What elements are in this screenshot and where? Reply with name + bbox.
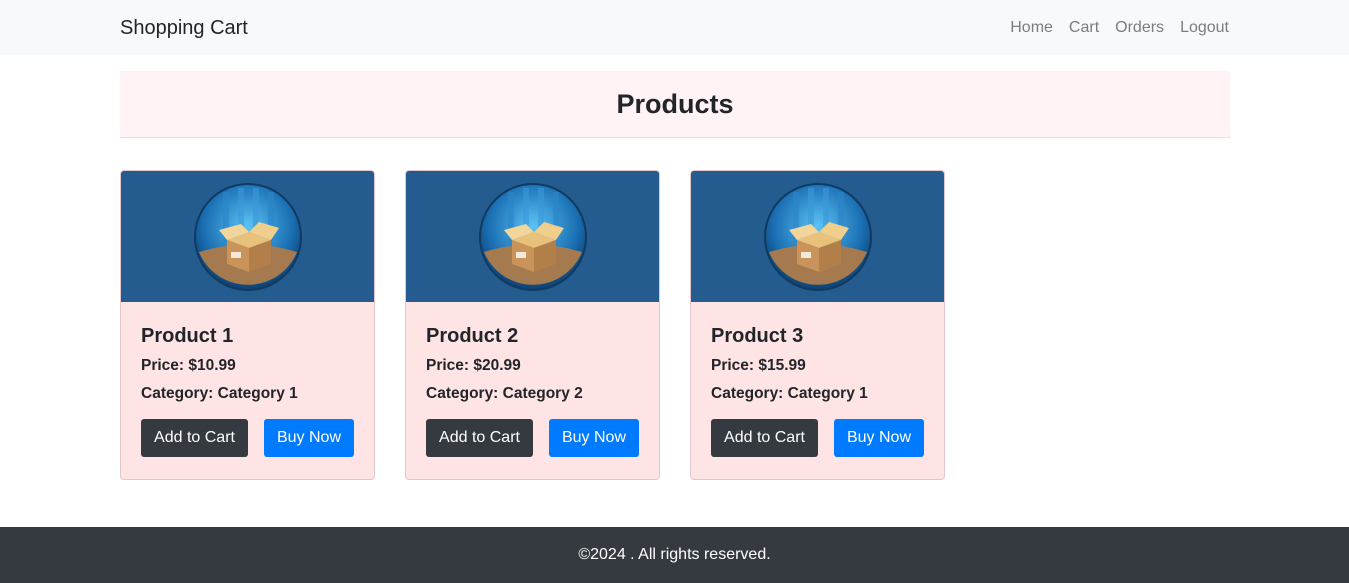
product-category: Category: Category 2	[426, 385, 583, 402]
brand-link[interactable]: Shopping Cart	[120, 15, 248, 41]
footer: ©2024 . All rights reserved.	[0, 527, 1349, 583]
box-product-icon	[478, 182, 587, 291]
product-image	[121, 171, 374, 302]
nav-link-home[interactable]: Home	[1010, 17, 1053, 39]
product-category: Category: Category 1	[711, 385, 868, 402]
product-name: Product 2	[426, 325, 519, 347]
product-image	[406, 171, 659, 302]
product-card: Product 3 Price: $15.99 Category: Catego…	[690, 170, 945, 480]
add-to-cart-button[interactable]: Add to Cart	[141, 419, 248, 457]
page-header: Products	[120, 71, 1230, 138]
product-price: Price: $15.99	[711, 357, 806, 374]
product-image	[691, 171, 944, 302]
product-name: Product 3	[711, 325, 804, 347]
page-title: Products	[616, 88, 734, 119]
buy-now-button[interactable]: Buy Now	[834, 419, 924, 457]
product-card: Product 2 Price: $20.99 Category: Catego…	[405, 170, 660, 480]
product-price: Price: $20.99	[426, 357, 521, 374]
product-category: Category: Category 1	[141, 385, 298, 402]
nav-link-cart[interactable]: Cart	[1069, 17, 1099, 39]
buy-now-button[interactable]: Buy Now	[264, 419, 354, 457]
product-name: Product 1	[141, 325, 234, 347]
navbar: Shopping Cart Home Cart Orders Logout	[0, 0, 1349, 55]
nav-links: Home Cart Orders Logout	[1010, 17, 1229, 39]
footer-copyright: ©2024 . All rights reserved.	[578, 546, 771, 563]
add-to-cart-button[interactable]: Add to Cart	[711, 419, 818, 457]
box-product-icon	[763, 182, 872, 291]
buy-now-button[interactable]: Buy Now	[549, 419, 639, 457]
box-product-icon	[193, 182, 302, 291]
nav-link-orders[interactable]: Orders	[1115, 17, 1164, 39]
product-card: Product 1 Price: $10.99 Category: Catego…	[120, 170, 375, 480]
product-price: Price: $10.99	[141, 357, 236, 374]
nav-link-logout[interactable]: Logout	[1180, 17, 1229, 39]
add-to-cart-button[interactable]: Add to Cart	[426, 419, 533, 457]
